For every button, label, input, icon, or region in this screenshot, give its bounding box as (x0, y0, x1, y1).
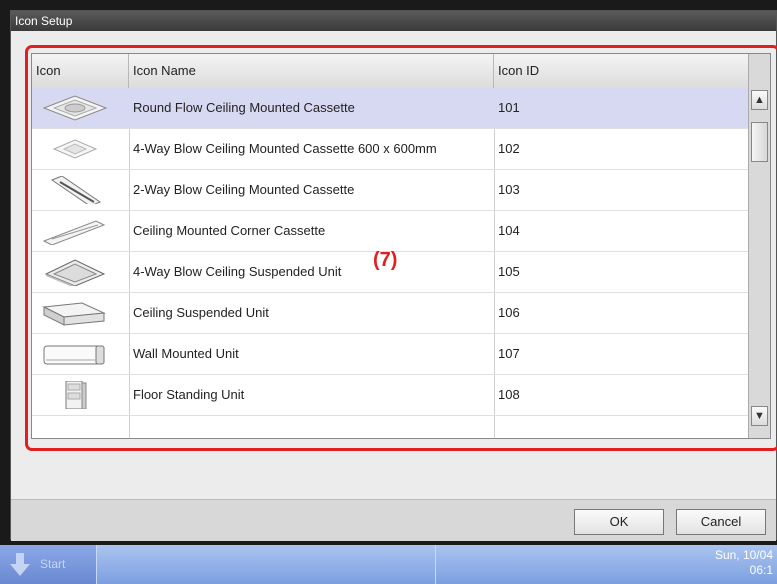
four-way-suspended-icon (32, 252, 129, 292)
icon-id-cell: 103 (498, 182, 520, 197)
icon-name-cell: Wall Mounted Unit (133, 346, 239, 361)
table-row[interactable]: Wall Mounted Unit 107 (32, 334, 748, 375)
column-header-icon[interactable]: Icon (32, 54, 129, 88)
icon-table: Icon Icon Name Icon ID Round Flow Ceilin… (31, 53, 771, 439)
table-row[interactable]: Floor Standing Unit 108 (32, 375, 748, 416)
corner-cassette-icon (32, 211, 129, 251)
clock: Sun, 10/04 06:1 (715, 548, 773, 578)
icon-id-cell: 102 (498, 141, 520, 156)
taskbar-segment (96, 545, 436, 584)
icon-name-cell: Floor Standing Unit (133, 387, 245, 402)
ceiling-suspended-icon (32, 293, 129, 333)
start-label: Start (40, 557, 66, 571)
icon-name-cell: 4-Way Blow Ceiling Suspended Unit (133, 264, 342, 279)
icon-id-cell: 101 (498, 100, 520, 115)
vertical-scrollbar[interactable]: ▲ ▼ (748, 54, 770, 438)
clock-time: 06:1 (749, 563, 773, 577)
column-header-icon-id[interactable]: Icon ID (494, 54, 748, 88)
icon-name-cell: Round Flow Ceiling Mounted Cassette (133, 100, 355, 115)
icon-name-cell: Ceiling Suspended Unit (133, 305, 269, 320)
cancel-button[interactable]: Cancel (676, 509, 766, 535)
dialog-content: Icon Icon Name Icon ID Round Flow Ceilin… (11, 31, 777, 499)
scroll-thumb[interactable] (751, 122, 768, 162)
ok-button[interactable]: OK (574, 509, 664, 535)
two-way-cassette-icon (32, 170, 129, 210)
icon-id-cell: 105 (498, 264, 520, 279)
icon-name-cell: Ceiling Mounted Corner Cassette (133, 223, 326, 238)
icon-id-cell: 107 (498, 346, 520, 361)
icon-setup-window: Icon Setup Icon Icon Name Icon ID Round … (10, 10, 777, 541)
down-arrow-icon (10, 553, 30, 576)
dialog-footer: OK Cancel (11, 499, 776, 541)
table-row[interactable]: Round Flow Ceiling Mounted Cassette 101 (32, 88, 748, 129)
icon-id-cell: 104 (498, 223, 520, 238)
table-row[interactable]: 2-Way Blow Ceiling Mounted Cassette 103 (32, 170, 748, 211)
scroll-up-button[interactable]: ▲ (751, 90, 768, 110)
column-header-icon-name[interactable]: Icon Name (129, 54, 494, 88)
start-button[interactable]: Start (0, 545, 96, 584)
taskbar: Start Sun, 10/04 06:1 (0, 545, 777, 584)
table-row[interactable]: Ceiling Mounted Corner Cassette 104 (32, 211, 748, 252)
table-header: Icon Icon Name Icon ID (32, 54, 748, 89)
table-row[interactable]: Ceiling Suspended Unit 106 (32, 293, 748, 334)
floor-standing-icon (32, 375, 129, 415)
clock-date: Sun, 10/04 (714, 548, 773, 562)
icon-id-cell: 106 (498, 305, 520, 320)
icon-name-cell: 4-Way Blow Ceiling Mounted Cassette 600 … (133, 141, 437, 156)
icon-name-cell: 2-Way Blow Ceiling Mounted Cassette (133, 182, 355, 197)
four-way-cassette-600-icon (32, 129, 129, 169)
round-flow-cassette-icon (32, 88, 129, 128)
wall-mounted-icon (32, 334, 129, 374)
scroll-down-button[interactable]: ▼ (751, 406, 768, 426)
table-row[interactable]: 4-Way Blow Ceiling Mounted Cassette 600 … (32, 129, 748, 170)
annotation-label: (7) (373, 249, 398, 271)
icon-id-cell: 108 (498, 387, 520, 402)
window-title: Icon Setup (11, 11, 776, 31)
